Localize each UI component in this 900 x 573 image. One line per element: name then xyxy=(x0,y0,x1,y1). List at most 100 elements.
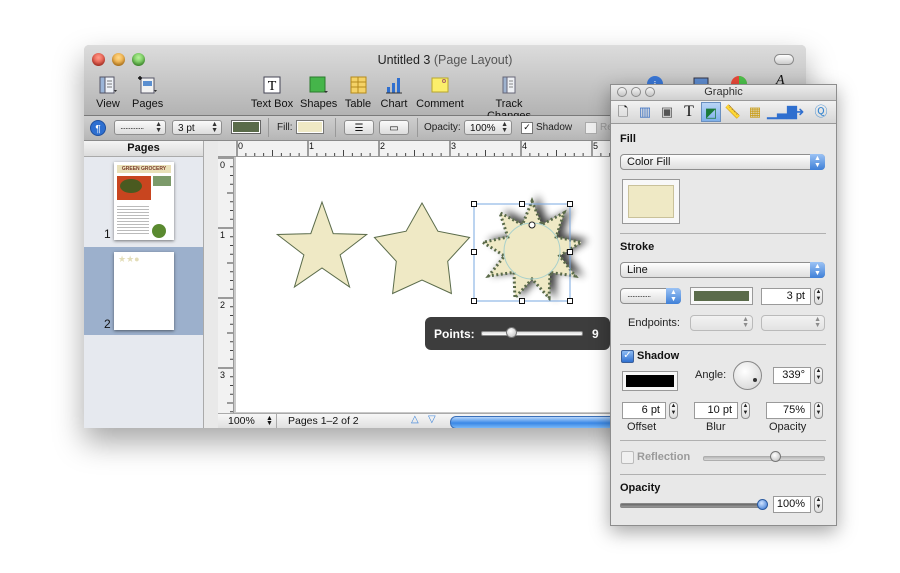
shadow-label: Shadow xyxy=(536,122,573,133)
shadow-blur-field[interactable]: 10 pt xyxy=(694,402,738,419)
comment-button[interactable]: Comment xyxy=(415,75,465,110)
end-endpoint-popup[interactable]: ▲ ▼ xyxy=(761,315,825,331)
reflection-slider-knob[interactable] xyxy=(770,451,781,462)
resize-handle-r[interactable] xyxy=(567,249,573,255)
shadow-angle-field[interactable]: 339° xyxy=(773,367,811,384)
updown-arrows-icon: ▲ ▼ xyxy=(266,415,273,427)
previous-page-button[interactable]: △ xyxy=(411,414,419,425)
fill-color-well[interactable] xyxy=(296,120,324,134)
document-canvas[interactable] xyxy=(236,157,610,412)
tab-text[interactable]: T xyxy=(679,102,699,122)
shadow-checkbox[interactable]: ✓ xyxy=(621,350,634,363)
shadow-color-swatch xyxy=(626,375,674,387)
opacity-stepper[interactable]: ▲ ▼ xyxy=(814,496,823,513)
shadow-color-well[interactable] xyxy=(622,371,678,391)
stroke-width-stepper[interactable]: ▲ ▼ xyxy=(814,288,823,305)
reflection-checkbox[interactable] xyxy=(585,122,597,134)
points-slider-knob[interactable] xyxy=(506,327,517,338)
stroke-type-popup[interactable]: Line ▲ ▼ xyxy=(620,262,825,278)
table-button[interactable]: Table xyxy=(343,75,373,110)
sidebar-splitter[interactable] xyxy=(203,141,219,428)
tab-link[interactable]: ➜ xyxy=(789,102,809,122)
points-slider[interactable] xyxy=(481,331,583,336)
frame-icon: ▭ xyxy=(389,123,399,134)
stroke-color-well[interactable] xyxy=(231,120,261,134)
resize-handle-b[interactable] xyxy=(519,298,525,304)
resize-handle-bl[interactable] xyxy=(471,298,477,304)
vertical-ruler[interactable]: 0 1 2 3 xyxy=(218,157,234,421)
resize-handle-br[interactable] xyxy=(567,298,573,304)
inspector-minimize-button[interactable] xyxy=(631,87,641,97)
next-page-button[interactable]: ▽ xyxy=(428,414,436,425)
pages-button[interactable]: Pages xyxy=(132,75,163,110)
reflection-slider[interactable] xyxy=(703,456,825,461)
tab-metrics[interactable]: 📏 xyxy=(723,102,743,122)
stroke-color-swatch xyxy=(233,122,259,132)
updown-arrows-icon: ▲ ▼ xyxy=(211,121,218,134)
angle-wheel[interactable] xyxy=(733,361,762,390)
resize-handle-tl[interactable] xyxy=(471,201,477,207)
fat-star-shape[interactable] xyxy=(373,201,471,295)
shadow-offset-stepper[interactable]: ▲ ▼ xyxy=(669,402,678,419)
stroke-style-value: ·············· xyxy=(627,292,651,301)
chart-button[interactable]: Chart xyxy=(379,75,409,110)
page-thumbnail-2[interactable]: 2 ★★● xyxy=(84,247,203,335)
page-thumbnail-1[interactable]: 1 GREEN GROCERY xyxy=(84,157,203,243)
shadow-opacity-stepper[interactable]: ▲ ▼ xyxy=(814,402,823,419)
opacity-heading: Opacity xyxy=(620,482,661,494)
tab-chart[interactable]: ▁▃▇ xyxy=(767,102,797,122)
shadow-angle-stepper[interactable]: ▲ ▼ xyxy=(814,367,823,384)
fill-type-popup[interactable]: Color Fill ▲ ▼ xyxy=(620,154,825,170)
tab-quicktime[interactable]: Ⓠ xyxy=(811,102,831,122)
stroke-width-field[interactable]: 3 pt xyxy=(761,288,811,305)
document-mode: (Page Layout) xyxy=(433,53,513,67)
shapes-button[interactable]: Shapes xyxy=(300,75,337,110)
ruler-label: 1 xyxy=(220,230,226,240)
wrap-button[interactable]: ☰ xyxy=(344,120,374,135)
shadow-opacity-field[interactable]: 75% xyxy=(766,402,811,419)
tab-layout[interactable]: ▥ xyxy=(635,102,655,122)
opacity-field[interactable]: 100% xyxy=(773,496,811,513)
stroke-color-well[interactable] xyxy=(690,287,753,305)
fill-color-well[interactable] xyxy=(622,179,680,224)
reflection-checkbox[interactable] xyxy=(621,451,634,464)
resize-handle-t[interactable] xyxy=(519,201,525,207)
opacity-slider[interactable] xyxy=(620,503,764,508)
radius-control-handle[interactable] xyxy=(528,221,536,229)
quicktime-icon: Ⓠ xyxy=(814,104,828,119)
stroke-width-popup[interactable]: 3 pt ▲ ▼ xyxy=(172,120,222,135)
toolbar-toggle-button[interactable] xyxy=(774,54,794,65)
start-endpoint-popup[interactable]: ▲ ▼ xyxy=(690,315,753,331)
text-box-button[interactable]: T Text Box xyxy=(250,75,294,110)
ruler-label: 3 xyxy=(451,141,457,151)
shadow-blur-stepper[interactable]: ▲ ▼ xyxy=(741,402,750,419)
shapes-icon xyxy=(309,76,328,93)
opacity-popup[interactable]: 100% ▲ ▼ xyxy=(464,120,512,135)
ruler-label: 3 xyxy=(220,370,226,380)
shadow-offset-field[interactable]: 6 pt xyxy=(622,402,666,419)
tab-graphic[interactable]: ◩ xyxy=(701,102,721,122)
opacity-slider-knob[interactable] xyxy=(757,499,768,510)
zoom-popup[interactable]: 100% ▲ ▼ xyxy=(218,414,277,428)
tab-table[interactable]: ▦ xyxy=(745,102,765,122)
divider xyxy=(417,118,418,137)
line-style-popup[interactable]: ·············· ▲ ▼ xyxy=(114,120,166,135)
view-button[interactable]: View xyxy=(94,75,122,110)
inspector-zoom-button[interactable] xyxy=(645,87,655,97)
track-changes-button[interactable]: Track Changes xyxy=(473,75,545,122)
thin-star-shape[interactable] xyxy=(275,200,369,289)
paragraph-styles-icon[interactable]: ¶ xyxy=(90,120,106,136)
ruler-icon: 📏 xyxy=(724,104,742,119)
resize-handle-tr[interactable] xyxy=(567,201,573,207)
tab-wrap[interactable]: ▣ xyxy=(657,102,677,122)
opacity-label: Opacity: xyxy=(424,122,461,133)
frame-button[interactable]: ▭ xyxy=(379,120,409,135)
shadow-checkbox[interactable]: ✓ xyxy=(521,122,533,134)
chart-label: Chart xyxy=(380,98,408,110)
points-value: 9 xyxy=(592,327,599,341)
svg-text:¶: ¶ xyxy=(95,124,100,135)
tab-document[interactable]: 🗋 xyxy=(613,102,633,122)
stroke-style-popup[interactable]: ·············· ▲ ▼ xyxy=(620,288,681,304)
resize-handle-l[interactable] xyxy=(471,249,477,255)
inspector-close-button[interactable] xyxy=(617,87,627,97)
